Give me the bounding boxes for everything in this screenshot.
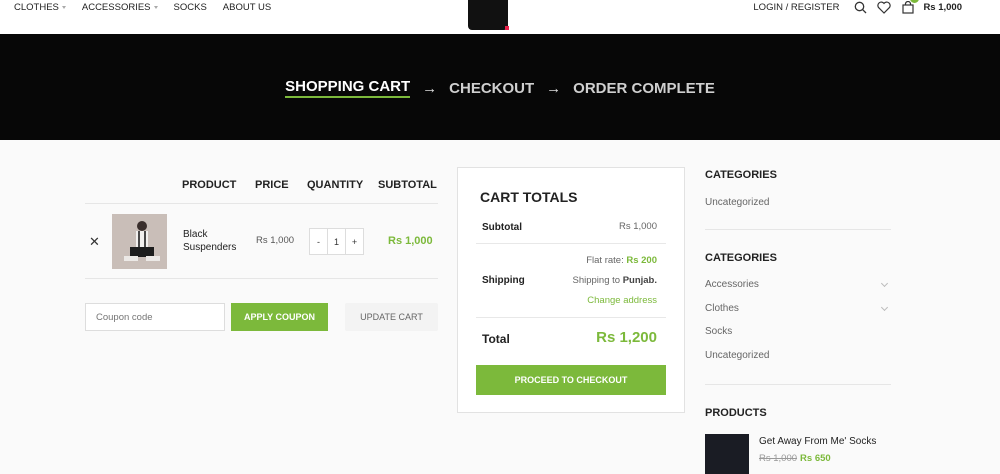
flat-rate-value: Rs 200 — [626, 255, 657, 266]
sidebar-categories-title: CATEGORIES — [705, 169, 777, 181]
remove-item-button[interactable]: ✕ — [89, 234, 100, 250]
nav-item-clothes[interactable]: CLOTHES — [14, 2, 66, 13]
main-nav: CLOTHES ACCESSORIES SOCKS ABOUT US — [14, 2, 287, 13]
logo-dot — [505, 26, 509, 30]
nav-label: SOCKS — [173, 2, 207, 13]
shipping-to-label: Shipping to — [572, 275, 621, 286]
search-icon[interactable] — [853, 0, 867, 14]
nav-label: CLOTHES — [14, 2, 59, 13]
qty-increase-button[interactable]: + — [346, 229, 363, 254]
category-label: Accessories — [705, 279, 759, 290]
checkout-steps: SHOPPING CART → CHECKOUT → ORDER COMPLET… — [0, 78, 1000, 98]
divider — [85, 203, 438, 204]
shipping-to-value: Punjab. — [622, 275, 657, 286]
header-price: PRICE — [255, 179, 289, 191]
sidebar-product-price: Rs 1,000 Rs 650 — [759, 453, 831, 464]
qty-decrease-button[interactable]: - — [310, 229, 327, 254]
nav-item-socks[interactable]: SOCKS — [174, 2, 207, 13]
nav-item-accessories[interactable]: ACCESSORIES — [82, 2, 158, 13]
coupon-code-input[interactable] — [85, 303, 225, 331]
sidebar-item-clothes[interactable]: Clothes — [705, 303, 891, 314]
header-subtotal: SUBTOTAL — [378, 179, 437, 191]
sidebar-item-uncategorized[interactable]: Uncategorized — [705, 197, 891, 208]
header-cart[interactable]: 1 Rs 1,000 — [901, 0, 962, 14]
top-navbar: CLOTHES ACCESSORIES SOCKS ABOUT US LOGIN… — [0, 0, 1000, 34]
sidebar-categories-title: CATEGORIES — [705, 252, 777, 264]
heart-icon[interactable] — [877, 0, 892, 14]
chevron-down-icon[interactable] — [880, 279, 889, 288]
apply-coupon-button[interactable]: APPLY COUPON — [231, 303, 328, 331]
site-logo[interactable] — [468, 0, 509, 30]
nav-label: ACCESSORIES — [81, 2, 151, 13]
step-shopping-cart[interactable]: SHOPPING CART — [285, 78, 411, 98]
divider — [476, 243, 666, 244]
total-label: Total — [482, 332, 510, 346]
subtotal-label: Subtotal — [482, 222, 522, 233]
chevron-down-icon — [153, 6, 158, 9]
flat-rate: Flat rate: Rs 200 — [586, 255, 657, 266]
cart-count-badge: 1 — [910, 0, 920, 3]
qty-input[interactable]: 1 — [327, 229, 346, 254]
change-address-link[interactable]: Change address — [587, 295, 657, 306]
category-label: Uncategorized — [705, 350, 770, 361]
divider — [85, 278, 438, 279]
subtotal-value: Rs 1,000 — [618, 221, 657, 232]
header-quantity: QUANTITY — [307, 179, 364, 191]
header-actions: LOGIN / REGISTER 1 Rs 1,000 — [753, 0, 962, 14]
login-register-link[interactable]: LOGIN / REGISTER — [753, 2, 839, 13]
nav-item-about-us[interactable]: ABOUT US — [223, 2, 271, 13]
cart-totals-title: CART TOTALS — [480, 189, 578, 205]
cart-icon: 1 — [901, 0, 920, 14]
sale-price: Rs 650 — [800, 453, 831, 464]
flat-rate-label: Flat rate: — [586, 255, 624, 266]
header-product: PRODUCT — [182, 179, 237, 191]
product-price: Rs 1,000 — [256, 235, 295, 246]
total-value: Rs 1,200 — [596, 329, 657, 346]
chevron-down-icon — [61, 6, 66, 9]
shipping-label: Shipping — [482, 275, 525, 286]
step-order-complete: ORDER COMPLETE — [573, 79, 715, 97]
sidebar-products-title: PRODUCTS — [705, 407, 767, 419]
arrow-right-icon: → — [422, 79, 438, 97]
line-subtotal: Rs 1,000 — [388, 235, 433, 247]
sidebar-item-accessories[interactable]: Accessories — [705, 279, 891, 290]
cart-totals-panel: CART TOTALS Subtotal Rs 1,000 Flat rate:… — [457, 167, 685, 413]
proceed-to-checkout-button[interactable]: PROCEED TO CHECKOUT — [476, 365, 666, 395]
arrow-right-icon: → — [546, 79, 562, 97]
old-price: Rs 1,000 — [759, 453, 798, 464]
sidebar-product-name[interactable]: Get Away From Me' Socks — [759, 436, 876, 447]
product-name-link[interactable]: Black Suspenders — [183, 228, 253, 254]
nav-label: ABOUT US — [222, 2, 272, 13]
sidebar-item-uncategorized[interactable]: Uncategorized — [705, 350, 891, 361]
product-thumbnail[interactable] — [112, 214, 167, 269]
product-thumbnail[interactable] — [705, 434, 749, 474]
update-cart-button[interactable]: UPDATE CART — [345, 303, 438, 331]
divider — [705, 229, 891, 230]
category-label: Clothes — [705, 303, 739, 314]
divider — [705, 384, 891, 385]
chevron-down-icon[interactable] — [880, 303, 889, 312]
header-cart-total: Rs 1,000 — [923, 1, 962, 13]
sidebar-item-socks[interactable]: Socks — [705, 326, 891, 337]
shipping-destination: Shipping to Punjab. — [573, 275, 658, 286]
category-label: Socks — [705, 326, 733, 337]
quantity-stepper: - 1 + — [309, 228, 364, 255]
divider — [476, 317, 666, 318]
step-checkout[interactable]: CHECKOUT — [449, 80, 534, 97]
